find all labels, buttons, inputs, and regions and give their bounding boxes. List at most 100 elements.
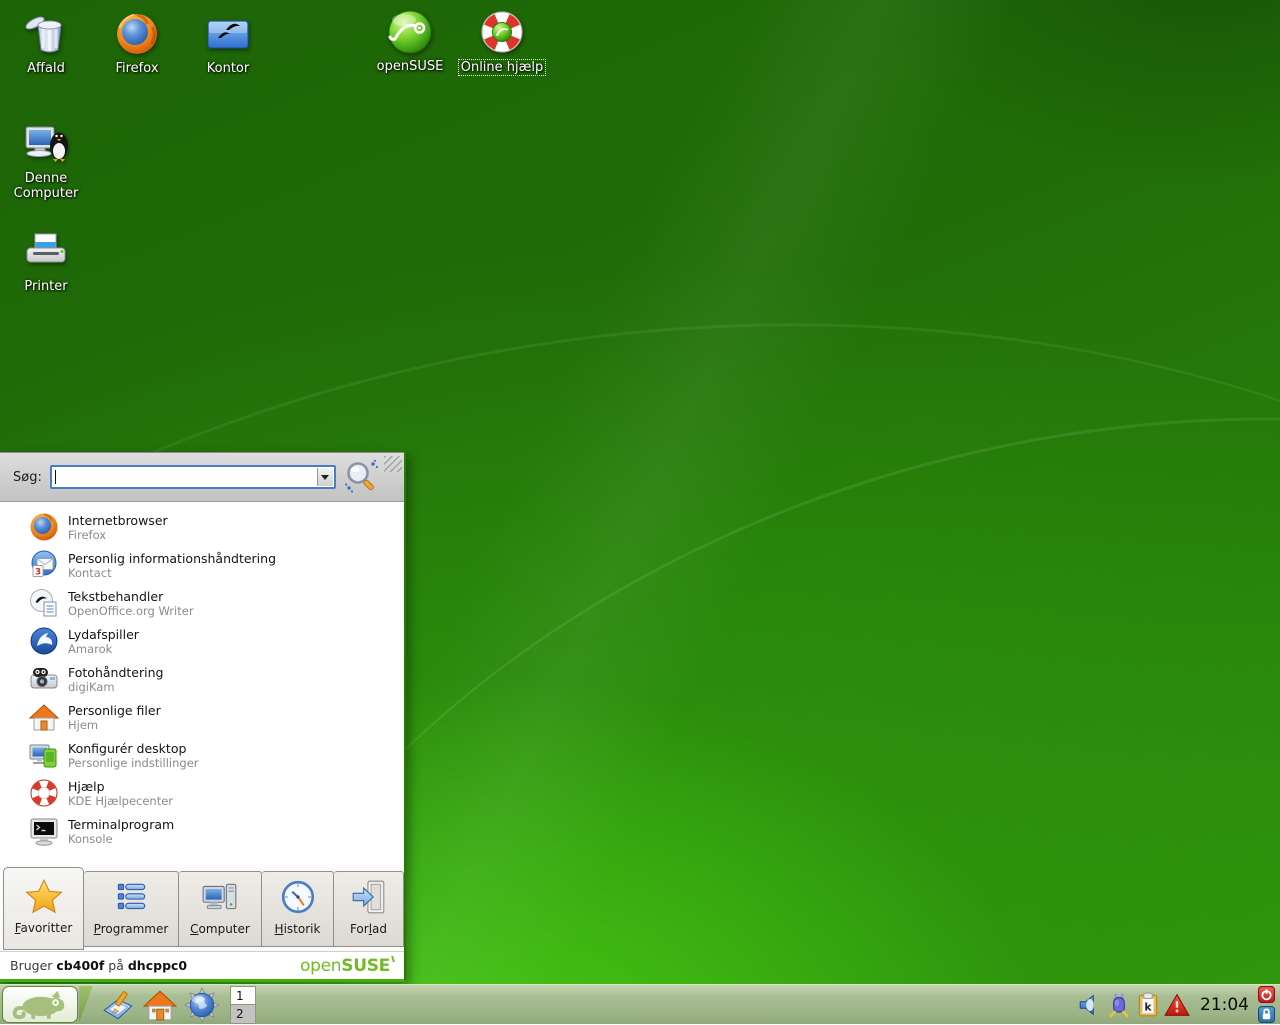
notes-pencil-icon <box>100 987 136 1023</box>
desktop-icon-trash[interactable]: Affald <box>0 10 92 76</box>
menu-item-configure-desktop[interactable]: Konfigurér desktop Personlige indstillin… <box>0 736 404 774</box>
search-history-dropdown-button[interactable] <box>317 468 333 486</box>
item-subtitle: KDE Hjælpecenter <box>68 794 173 808</box>
search-magnifier-icon <box>343 458 381 496</box>
power-plug-icon[interactable] <box>1106 992 1132 1018</box>
session-buttons <box>1258 986 1275 1023</box>
resize-grip[interactable] <box>384 456 402 472</box>
lock-screen-icon[interactable] <box>1258 1006 1275 1023</box>
item-subtitle: Personlige indstillinger <box>68 756 199 770</box>
item-subtitle: Konsole <box>68 832 174 846</box>
tab-programmer[interactable]: Programmer <box>84 871 179 947</box>
desktop-icon-label: Firefox <box>91 61 183 76</box>
menu-item-audioplayer[interactable]: Lydafspiller Amarok <box>0 622 404 660</box>
firefox-icon <box>28 511 60 543</box>
user-host-text: Bruger cb400f på dhcppc0 <box>10 958 187 973</box>
taskbar-clock[interactable]: 21:04 <box>1200 995 1249 1015</box>
item-title: Terminalprogram <box>68 817 174 832</box>
amarok-wolf-icon <box>28 625 60 657</box>
search-label: Søg: <box>13 470 42 485</box>
pager-desktop-1[interactable]: 1 <box>230 986 256 1005</box>
kickoff-footer: Bruger cb400f på dhcppc0 openSUSE <box>0 951 404 979</box>
kickoff-launcher-button[interactable] <box>0 985 94 1025</box>
tab-historik[interactable]: Historik <box>262 871 334 947</box>
item-title: Personlig informationshåndtering <box>68 551 276 566</box>
taskbar: 1 2 k <box>0 984 1280 1024</box>
desktop-settings-icon <box>28 739 60 771</box>
desktop-icon-online-help[interactable]: Online hjælp <box>456 8 548 76</box>
item-subtitle: Amarok <box>68 642 139 656</box>
kickoff-tab-bar: Favoritter Programmer <box>0 867 404 951</box>
konqueror-globe-icon <box>184 987 220 1023</box>
leave-door-icon <box>350 878 388 916</box>
item-subtitle: Kontact <box>68 566 276 580</box>
desktop-icon-label: Kontor <box>182 61 274 76</box>
office-icon <box>204 10 252 58</box>
menu-item-photomanagement[interactable]: Fotohåndtering digiKam <box>0 660 404 698</box>
desktop-icon-opensuse[interactable]: openSUSE <box>364 8 456 74</box>
desktop-icon-label: Printer <box>0 279 92 294</box>
tab-forlad[interactable]: Forlad <box>334 871 404 947</box>
kickoff-search-bar: Søg: <box>0 452 404 502</box>
item-subtitle: digiKam <box>68 680 163 694</box>
home-icon <box>28 701 60 733</box>
kontact-icon: 3 <box>28 549 60 581</box>
digikam-camera-icon <box>28 663 60 695</box>
item-subtitle: Firefox <box>68 528 168 542</box>
svg-text:3: 3 <box>35 568 41 578</box>
text-caret <box>55 470 56 484</box>
quicklaunch-home-button[interactable] <box>142 987 178 1023</box>
konsole-terminal-icon <box>28 815 60 847</box>
trash-icon <box>22 10 70 58</box>
item-title: Hjælp <box>68 779 173 794</box>
item-title: Personlige filer <box>68 703 161 718</box>
logout-power-icon[interactable] <box>1258 986 1275 1003</box>
klipper-clipboard-icon[interactable]: k <box>1135 992 1161 1018</box>
menu-item-wordprocessor[interactable]: Tekstbehandler OpenOffice.org Writer <box>0 584 404 622</box>
home-icon <box>142 987 178 1023</box>
desktop-pager[interactable]: 1 2 <box>230 986 256 1024</box>
firefox-icon <box>113 10 161 58</box>
item-title: Fotohåndtering <box>68 665 163 680</box>
desktop-icon-label: Online hjælp <box>456 59 548 76</box>
item-title: Tekstbehandler <box>68 589 194 604</box>
oowriter-icon <box>28 587 60 619</box>
quicklaunch-notes-button[interactable] <box>100 987 136 1023</box>
item-subtitle: OpenOffice.org Writer <box>68 604 194 618</box>
item-title: Internetbrowser <box>68 513 168 528</box>
tab-computer[interactable]: Computer <box>179 871 262 947</box>
item-title: Konfigurér desktop <box>68 741 199 756</box>
item-title: Lydafspiller <box>68 627 139 642</box>
online-help-lifesaver-icon <box>478 8 526 56</box>
desktop-icon-label: openSUSE <box>364 59 456 74</box>
history-clock-icon <box>279 878 317 916</box>
volume-speaker-icon[interactable] <box>1077 992 1103 1018</box>
kickoff-favorites-list: Internetbrowser Firefox 3 Personlig info… <box>0 502 404 867</box>
help-lifesaver-icon <box>28 777 60 809</box>
search-input[interactable] <box>50 465 336 489</box>
system-tray: k <box>1077 992 1190 1018</box>
quicklaunch-browser-button[interactable] <box>184 987 220 1023</box>
item-subtitle: Hjem <box>68 718 161 732</box>
desktop-icon-printer[interactable]: Printer <box>0 228 92 294</box>
my-computer-tux-icon <box>22 120 70 168</box>
desktop-icon-label: Denne Computer <box>0 171 92 201</box>
desktop-icon-firefox[interactable]: Firefox <box>91 10 183 76</box>
computer-icon <box>201 878 239 916</box>
menu-item-personal-files[interactable]: Personlige filer Hjem <box>0 698 404 736</box>
menu-item-help[interactable]: Hjælp KDE Hjælpecenter <box>0 774 404 812</box>
menu-item-terminal[interactable]: Terminalprogram Konsole <box>0 812 404 850</box>
app-list-icon <box>112 878 150 916</box>
opensuse-ball-icon <box>386 8 434 56</box>
desktop-icon-office[interactable]: Kontor <box>182 10 274 76</box>
opensuse-chameleon-icon <box>4 988 76 1021</box>
desktop-icon-my-computer[interactable]: Denne Computer <box>0 120 92 201</box>
menu-item-internetbrowser[interactable]: Internetbrowser Firefox <box>0 508 404 546</box>
opensuse-logo: openSUSE <box>300 956 394 976</box>
star-icon <box>25 877 63 915</box>
tab-favoritter[interactable]: Favoritter <box>3 867 84 950</box>
warning-triangle-icon[interactable] <box>1164 992 1190 1018</box>
menu-item-pim[interactable]: 3 Personlig informationshåndtering Konta… <box>0 546 404 584</box>
pager-desktop-2[interactable]: 2 <box>230 1005 256 1024</box>
kickoff-menu: Søg: <box>0 452 406 982</box>
